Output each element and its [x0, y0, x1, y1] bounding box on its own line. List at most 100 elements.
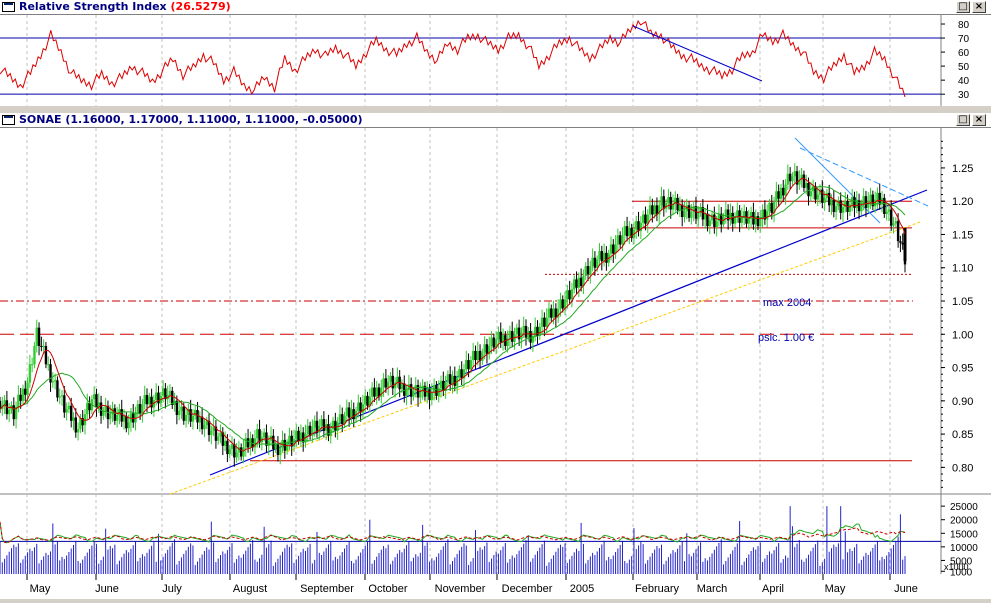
price-bar-body — [589, 266, 592, 275]
price-bar-body — [786, 173, 790, 185]
price-bar-body — [465, 360, 468, 370]
price-bar-body — [761, 209, 764, 218]
price-bar-body — [869, 194, 872, 202]
price-bar-body — [651, 205, 654, 215]
price-bar-body — [143, 395, 146, 405]
annotation-max-2004: max 2004 — [763, 297, 811, 309]
price-bar-body — [779, 187, 783, 199]
rsi-close-button[interactable]: × — [972, 1, 986, 13]
price-bar-body — [74, 417, 77, 433]
price-bar-body — [51, 381, 55, 383]
rsi-tick-label: 50 — [958, 62, 970, 73]
price-bar-body — [262, 432, 266, 438]
price-bar-body — [536, 326, 539, 336]
price-bar-body — [154, 392, 158, 401]
price-bar-body — [570, 289, 574, 300]
price-chart-area: max 2004 psic. 1.00 € 0.80 0.85 0.90 0.95 1.… — [0, 128, 991, 603]
price-bar-body — [703, 213, 707, 220]
month-label: October — [368, 583, 407, 595]
price-bar-body — [609, 244, 613, 254]
price-bar-body — [788, 173, 792, 182]
price-close-button[interactable]: × — [972, 114, 986, 126]
price-bar-body — [42, 345, 45, 347]
price-tick-label: 0.95 — [952, 363, 973, 375]
price-bar-body — [628, 227, 631, 237]
price-bar-body — [867, 201, 870, 208]
price-bar-body — [492, 337, 496, 348]
price-bar-body — [683, 211, 686, 218]
price-ohlc: (1.16000, 1.17000, 1.11000, 1.11000, -0.… — [65, 113, 363, 126]
price-bar-body — [713, 214, 716, 227]
price-bar-body — [67, 405, 71, 410]
price-bar-body — [451, 375, 454, 385]
price-bar-body — [809, 191, 813, 197]
price-bar-body — [426, 389, 429, 397]
pane-icon[interactable] — [2, 115, 15, 125]
price-tick-label: 1.25 — [952, 163, 973, 175]
price-bar-body — [366, 395, 369, 406]
price-bar-body — [345, 407, 349, 416]
price-bar-body — [184, 414, 188, 421]
price-bar-body — [566, 290, 569, 300]
price-bar-body — [775, 191, 778, 203]
price-bar-body — [839, 200, 842, 213]
rsi-tick-label: 60 — [958, 48, 970, 59]
price-pane-header: SONAE (1.16000, 1.17000, 1.11000, 1.1100… — [0, 113, 991, 128]
price-bar-body — [467, 360, 470, 370]
price-bar-body — [7, 409, 11, 415]
price-bar-body — [669, 197, 672, 210]
rsi-value: (26.5279) — [170, 0, 231, 13]
rsi-restore-button[interactable]: □ — [956, 1, 970, 13]
price-bar-body — [625, 226, 629, 237]
price-bar-body — [832, 199, 835, 213]
price-bar-body — [453, 375, 456, 386]
price-bar-body — [497, 331, 500, 340]
annotation-psic: psic. 1.00 € — [758, 332, 814, 344]
price-bar-body — [428, 389, 431, 401]
price-bar-body — [579, 277, 583, 287]
price-bar-body — [687, 205, 691, 218]
price-bar-body — [573, 279, 576, 290]
price-bar-body — [274, 444, 277, 450]
price-bar-body — [596, 259, 599, 268]
price-bar-body — [768, 202, 771, 212]
price-bar-body — [697, 212, 700, 219]
pane-icon[interactable] — [2, 2, 15, 12]
price-bar-body — [474, 350, 477, 361]
price-restore-button[interactable]: □ — [956, 114, 970, 126]
price-bar-body — [297, 430, 300, 441]
price-bar-body — [830, 199, 833, 206]
month-label: June — [95, 583, 119, 595]
price-bar-body — [511, 330, 514, 342]
price-bar-body — [623, 226, 626, 236]
price-bar-body — [864, 196, 868, 208]
price-bar-body — [70, 405, 73, 421]
price-bar-body — [37, 327, 41, 346]
price-bar-body — [30, 364, 34, 366]
rsi-title: Relative Strength Index (26.5279) — [19, 0, 231, 13]
price-bar-body — [19, 394, 22, 401]
price-bar-body — [136, 404, 140, 414]
price-bar-body — [823, 197, 826, 203]
price-bar-body — [890, 209, 893, 226]
price-bar-body — [76, 429, 80, 433]
rsi-tick-label: 80 — [958, 20, 970, 31]
price-bar-body — [384, 378, 388, 388]
price-bar-body — [612, 244, 615, 254]
price-bar-body — [389, 375, 392, 382]
price-bar-body — [848, 204, 852, 213]
month-label: June — [894, 583, 918, 595]
price-bar-body — [678, 204, 682, 211]
price-bar-body — [56, 380, 59, 398]
price-bar-body — [375, 387, 378, 397]
price-bar-body — [586, 266, 590, 275]
price-bar-body — [338, 414, 342, 423]
price-bar-body — [616, 235, 620, 245]
price-bar-body — [644, 214, 647, 224]
price-bar-body — [439, 380, 443, 389]
price-bar-body — [63, 395, 66, 413]
price-bar-body — [449, 374, 452, 385]
price-bar-body — [883, 197, 886, 214]
price-bar-body — [331, 420, 335, 430]
price-bar-body — [279, 447, 282, 455]
